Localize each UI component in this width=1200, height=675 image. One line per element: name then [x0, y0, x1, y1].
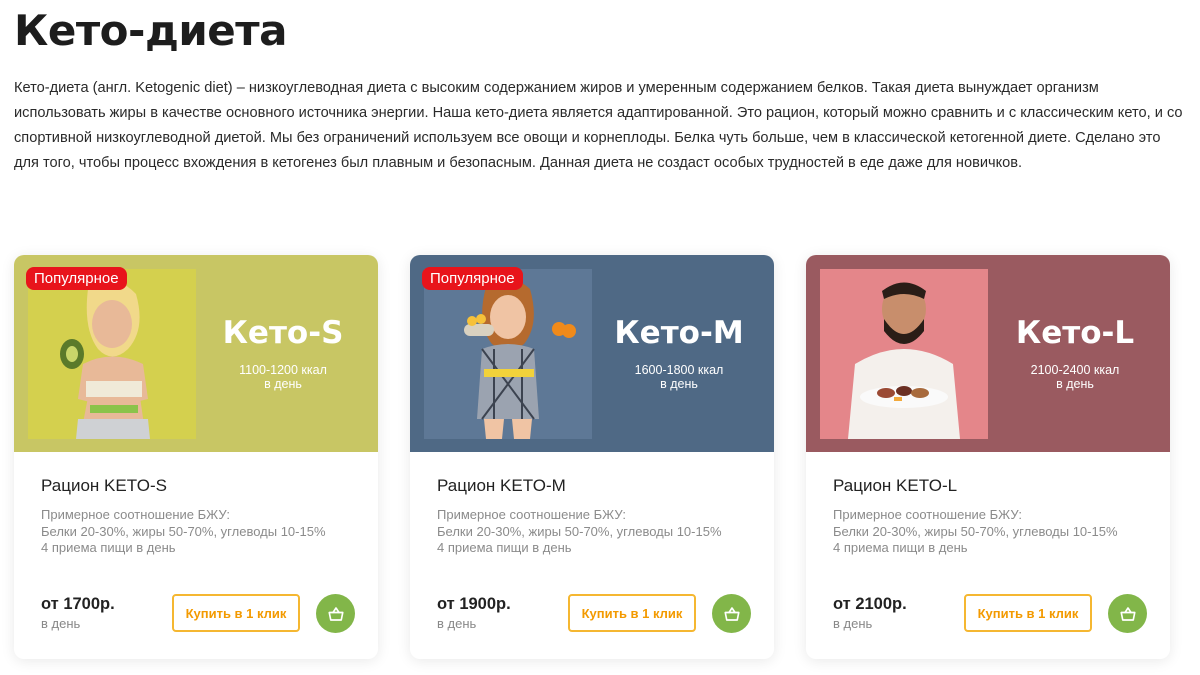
popular-badge: Популярное [26, 267, 127, 290]
popular-badge: Популярное [422, 267, 523, 290]
buy-one-click-button[interactable]: Купить в 1 клик [568, 594, 696, 632]
banner-kcal: 2100-2400 ккал [1030, 363, 1120, 377]
banner-kcal: 1600-1800 ккал [634, 363, 724, 377]
bju-values: Белки 20-30%, жиры 50-70%, углеводы 10-1… [437, 523, 722, 539]
price-unit: в день [41, 616, 81, 631]
meals-per-day: 4 приема пищи в день [437, 540, 572, 555]
banner-product-name: Кето-L [1015, 315, 1135, 351]
price: от 1900р. [437, 595, 511, 613]
card-description: Примерное соотношение БЖУ: Белки 20-30%,… [41, 507, 326, 557]
basket-icon [723, 606, 740, 621]
bju-label: Примерное соотношение БЖУ: [41, 507, 231, 522]
product-card-keto-m: Популярное Кето-M 1600-1800 ккал в день … [410, 255, 774, 659]
banner-product-name: Кето-M [614, 315, 744, 351]
add-to-cart-button[interactable] [1108, 594, 1147, 633]
price-unit: в день [833, 616, 873, 631]
bju-values: Белки 20-30%, жиры 50-70%, углеводы 10-1… [833, 523, 1118, 539]
card-description: Примерное соотношение БЖУ: Белки 20-30%,… [833, 507, 1118, 557]
banner-kcal: 1100-1200 ккал [239, 363, 327, 377]
product-cards: Популярное Кето-S 1100-1200 ккал в день … [14, 255, 1170, 659]
intro-text: Кето-диета (англ. Ketogenic diet) – низк… [14, 80, 1183, 171]
banner-per-day: в день [1056, 377, 1094, 391]
product-card-keto-s: Популярное Кето-S 1100-1200 ккал в день … [14, 255, 378, 659]
page-title: Кето-диета [14, 6, 287, 55]
product-card-keto-l: Кето-L 2100-2400 ккал в день Рацион KETO… [806, 255, 1170, 659]
banner-per-day: в день [660, 377, 698, 391]
price: от 1700р. [41, 595, 115, 613]
card-title[interactable]: Рацион KETO-L [833, 476, 957, 496]
product-photo-man [820, 269, 988, 439]
price: от 2100р. [833, 595, 907, 613]
card-banner[interactable]: Популярное Кето-S 1100-1200 ккал в день [14, 255, 378, 452]
card-banner[interactable]: Популярное Кето-M 1600-1800 ккал в день [410, 255, 774, 452]
add-to-cart-button[interactable] [316, 594, 355, 633]
add-to-cart-button[interactable] [712, 594, 751, 633]
bju-label: Примерное соотношение БЖУ: [437, 507, 627, 522]
buy-one-click-button[interactable]: Купить в 1 клик [964, 594, 1092, 632]
card-description: Примерное соотношение БЖУ: Белки 20-30%,… [437, 507, 722, 557]
bju-values: Белки 20-30%, жиры 50-70%, углеводы 10-1… [41, 523, 326, 539]
bju-label: Примерное соотношение БЖУ: [833, 507, 1023, 522]
product-photo-woman [424, 269, 592, 439]
card-title[interactable]: Рацион KETO-S [41, 476, 167, 496]
basket-icon [327, 606, 344, 621]
meals-per-day: 4 приема пищи в день [41, 540, 176, 555]
basket-icon [1119, 606, 1136, 621]
card-title[interactable]: Рацион KETO-M [437, 476, 566, 496]
card-banner[interactable]: Кето-L 2100-2400 ккал в день [806, 255, 1170, 452]
banner-product-name: Кето-S [222, 315, 344, 351]
product-photo-woman [28, 269, 196, 439]
price-unit: в день [437, 616, 477, 631]
meals-per-day: 4 приема пищи в день [833, 540, 968, 555]
buy-one-click-button[interactable]: Купить в 1 клик [172, 594, 300, 632]
banner-per-day: в день [264, 377, 302, 391]
